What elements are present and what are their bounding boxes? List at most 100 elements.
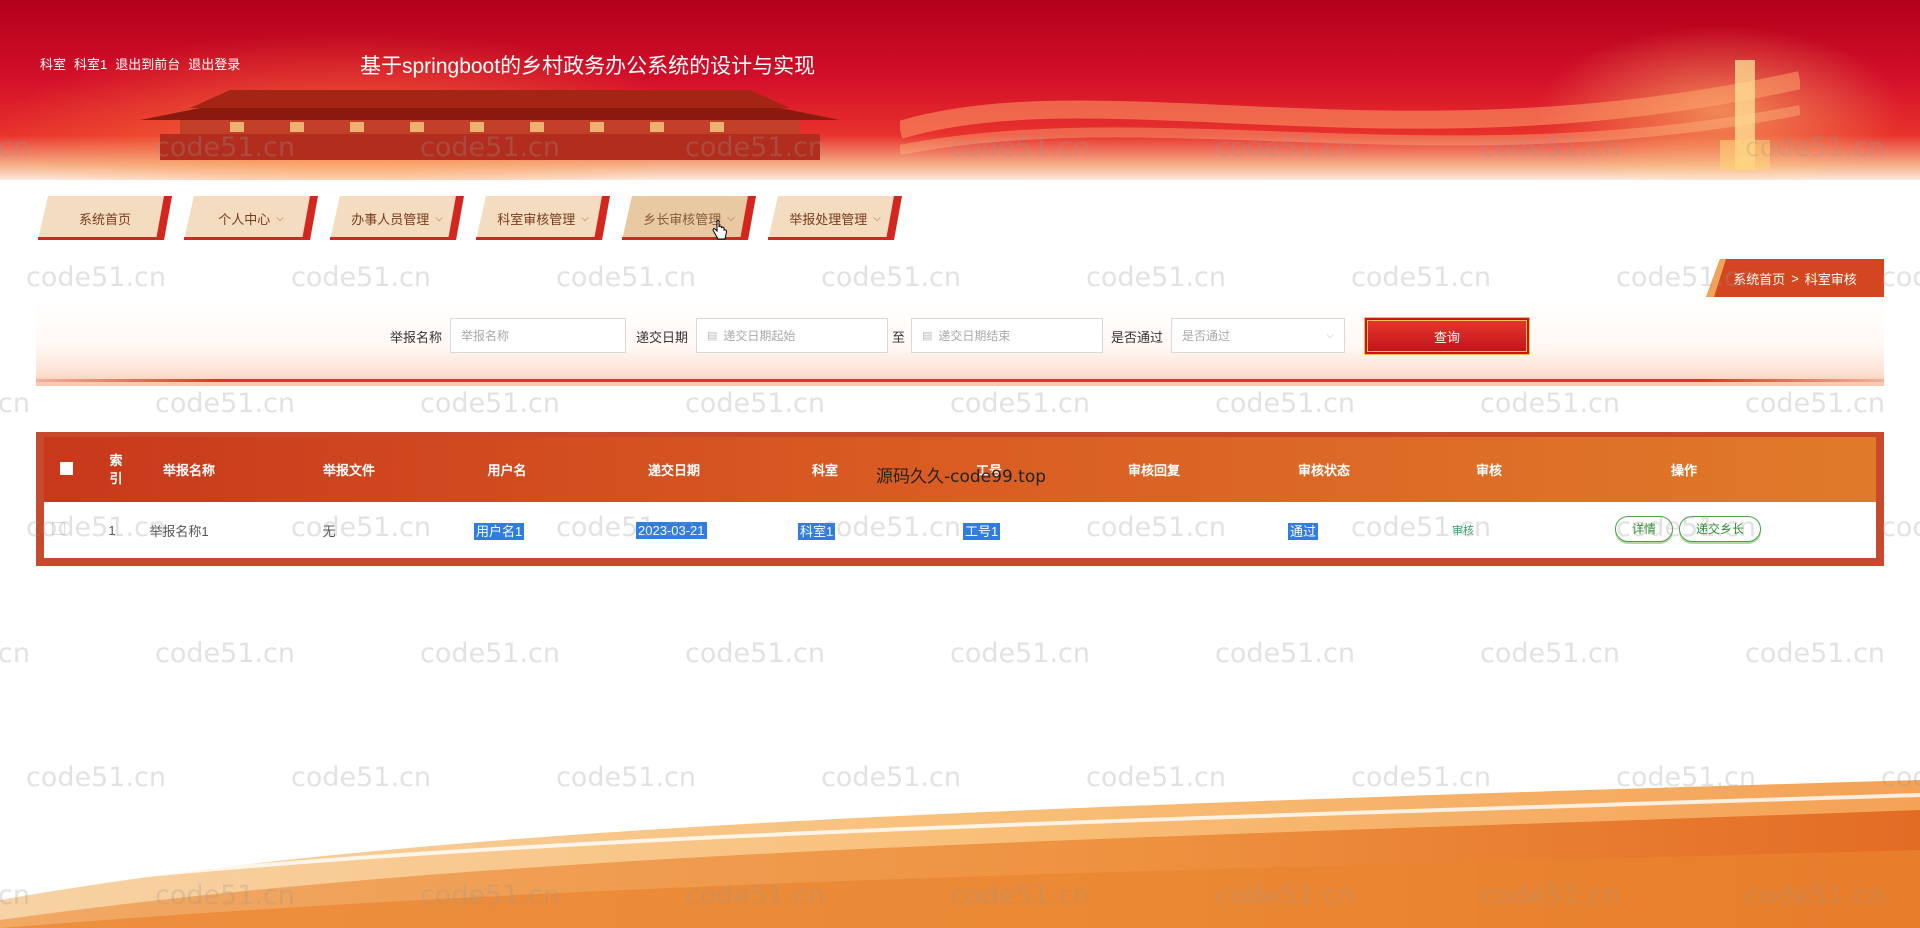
column-header: 科室 [811,463,838,478]
pass-label: 是否通过 [1111,330,1164,345]
nav-label: 乡长审核管理 [643,211,722,227]
exit-to-frontend-link[interactable]: 退出到前台 [115,54,180,73]
site-title: 基于springboot的乡村政务办公系统的设计与实现 [360,55,816,78]
watermark-text: code51.cn [1881,512,1920,543]
breadcrumb-home[interactable]: 系统首页 [1733,269,1785,288]
watermark-text: code51.cn [26,262,167,293]
calendar-icon: ▤ [707,330,718,342]
table-row[interactable]: 1 举报名称1 无 用户名1 2023-03-21 科室1 工号1 通过 审核 … [44,502,1876,558]
footer-wave-decoration [0,780,1920,928]
cell-username: 用户名1 [474,522,525,540]
nav-item-report-handling[interactable]: 举报处理管理 ⌵ [768,196,902,240]
pass-select[interactable]: 是否通过 ⌵ [1171,318,1345,353]
submit-date-label: 递交日期 [636,330,689,345]
cell-department: 科室1 [798,522,836,540]
search-panel: 举报名称 举报名称 递交日期 ▤ 递交日期起始 至 ▤ 递交日期结束 是否通过 … [36,300,1884,386]
nav-item-department-review[interactable]: 科室审核管理 ⌵ [476,196,610,240]
date-start-placeholder: 递交日期起始 [723,329,796,343]
watermark-text: code51.cn [1351,262,1492,293]
row-checkbox[interactable] [52,522,65,538]
logout-link[interactable]: 退出登录 [188,54,240,73]
watermark-text: code51.cn [685,638,826,669]
date-end-placeholder: 递交日期结束 [938,329,1011,343]
cell-job-no: 工号1 [963,522,1001,540]
watermark-text: code51.cn [1215,388,1356,419]
watermark-text: code51.cn [291,262,432,293]
nav-label: 办事人员管理 [351,211,430,227]
audit-link[interactable]: 审核 [1452,522,1474,538]
watermark-text: code51.cn [0,388,31,419]
watermark-text: code51.cn [821,262,962,293]
watermark-text: code51.cn [155,638,296,669]
report-name-input[interactable]: 举报名称 [450,318,626,353]
nav-label: 系统首页 [78,211,131,227]
watermark-text: code51.cn [1881,262,1920,293]
watermark-text: code51.cn [420,388,561,419]
watermark-text: code51.cn [950,638,1091,669]
watermark-text: code51.cn [1215,638,1356,669]
date-to-label: 至 [892,330,906,345]
nav-label: 科室审核管理 [497,211,576,227]
nav-item-home[interactable]: 系统首页 [38,196,172,240]
watermark-text: code51.cn [1745,638,1886,669]
watermark-text: code51.cn [556,262,697,293]
header-banner: 科室 科室1 退出到前台 退出登录 基于springboot的乡村政务办公系统的… [0,0,1920,180]
user-bar: 科室 科室1 退出到前台 退出登录 [40,54,240,73]
monument-illustration [1720,60,1770,170]
column-header: 用户名 [487,463,527,478]
nav-item-profile[interactable]: 个人中心 ⌵ [184,196,318,240]
cell-submit-date: 2023-03-21 [636,521,707,539]
cell-status: 通过 [1288,522,1319,540]
user-role: 科室 [40,57,67,72]
nav-label: 个人中心 [218,211,271,227]
column-header: 审核 [1475,463,1502,478]
column-header: 递交日期 [647,463,700,478]
chevron-down-icon: ⌵ [581,212,589,224]
pass-placeholder: 是否通过 [1182,329,1231,343]
submit-to-township-head-button[interactable]: 递交乡长 [1679,516,1762,542]
select-all-checkbox[interactable] [60,461,73,478]
search-form: 举报名称 举报名称 递交日期 ▤ 递交日期起始 至 ▤ 递交日期结束 是否通过 … [36,317,1884,355]
cell-report-name: 举报名称1 [149,523,209,539]
watermark-text: code51.cn [0,638,31,669]
column-header: 审核回复 [1127,463,1180,478]
chevron-down-icon: ⌵ [276,212,284,224]
watermark-text: code51.cn [1745,388,1886,419]
chevron-down-icon: ⌵ [727,212,735,224]
column-header: 举报名称 [162,463,215,478]
data-table: 索引 举报名称 举报文件 用户名 递交日期 科室 工号 审核回复 审核状态 审核… [36,432,1884,566]
column-header: 操作 [1670,463,1697,478]
watermark-text: code51.cn [950,388,1091,419]
chevron-down-icon: ⌵ [873,212,881,224]
main-nav: 系统首页 个人中心 ⌵ 办事人员管理 ⌵ 科室审核管理 ⌵ 乡长审核管理 ⌵ 举… [38,196,902,240]
calendar-icon: ▤ [922,330,933,342]
date-end-input[interactable]: ▤ 递交日期结束 [911,318,1103,353]
date-start-input[interactable]: ▤ 递交日期起始 [696,318,888,353]
report-name-label: 举报名称 [390,330,443,345]
user-name: 科室1 [74,57,108,72]
banner-swirl-decoration [900,71,1800,155]
watermark-text: code51.cn [1480,638,1621,669]
watermark-text: code51.cn [420,638,561,669]
breadcrumb-separator: > [1791,270,1799,286]
row-actions: 详情 递交乡长 [1615,516,1762,542]
cell-index: 1 [108,522,116,538]
search-button[interactable]: 查询 [1364,317,1530,355]
report-name-placeholder: 举报名称 [461,329,510,343]
watermark-text: code51.cn [155,388,296,419]
breadcrumb-current: 科室审核 [1804,271,1857,287]
nav-item-township-head-review[interactable]: 乡长审核管理 ⌵ [622,196,756,240]
detail-button[interactable]: 详情 [1615,516,1674,542]
nav-item-staff-management[interactable]: 办事人员管理 ⌵ [330,196,464,240]
overlay-watermark-text: 源码久久-code99.top [876,467,1047,487]
tiananmen-illustration [140,90,840,160]
chevron-down-icon: ⌵ [1326,330,1334,341]
chevron-down-icon: ⌵ [435,212,443,224]
hand-cursor-icon [712,220,728,240]
column-header: 索引 [109,452,123,486]
watermark-text: code51.cn [685,388,826,419]
watermark-text: code51.cn [1086,262,1227,293]
column-header: 举报文件 [322,463,375,478]
cell-report-file: 无 [322,523,336,539]
column-header: 审核状态 [1297,463,1350,478]
